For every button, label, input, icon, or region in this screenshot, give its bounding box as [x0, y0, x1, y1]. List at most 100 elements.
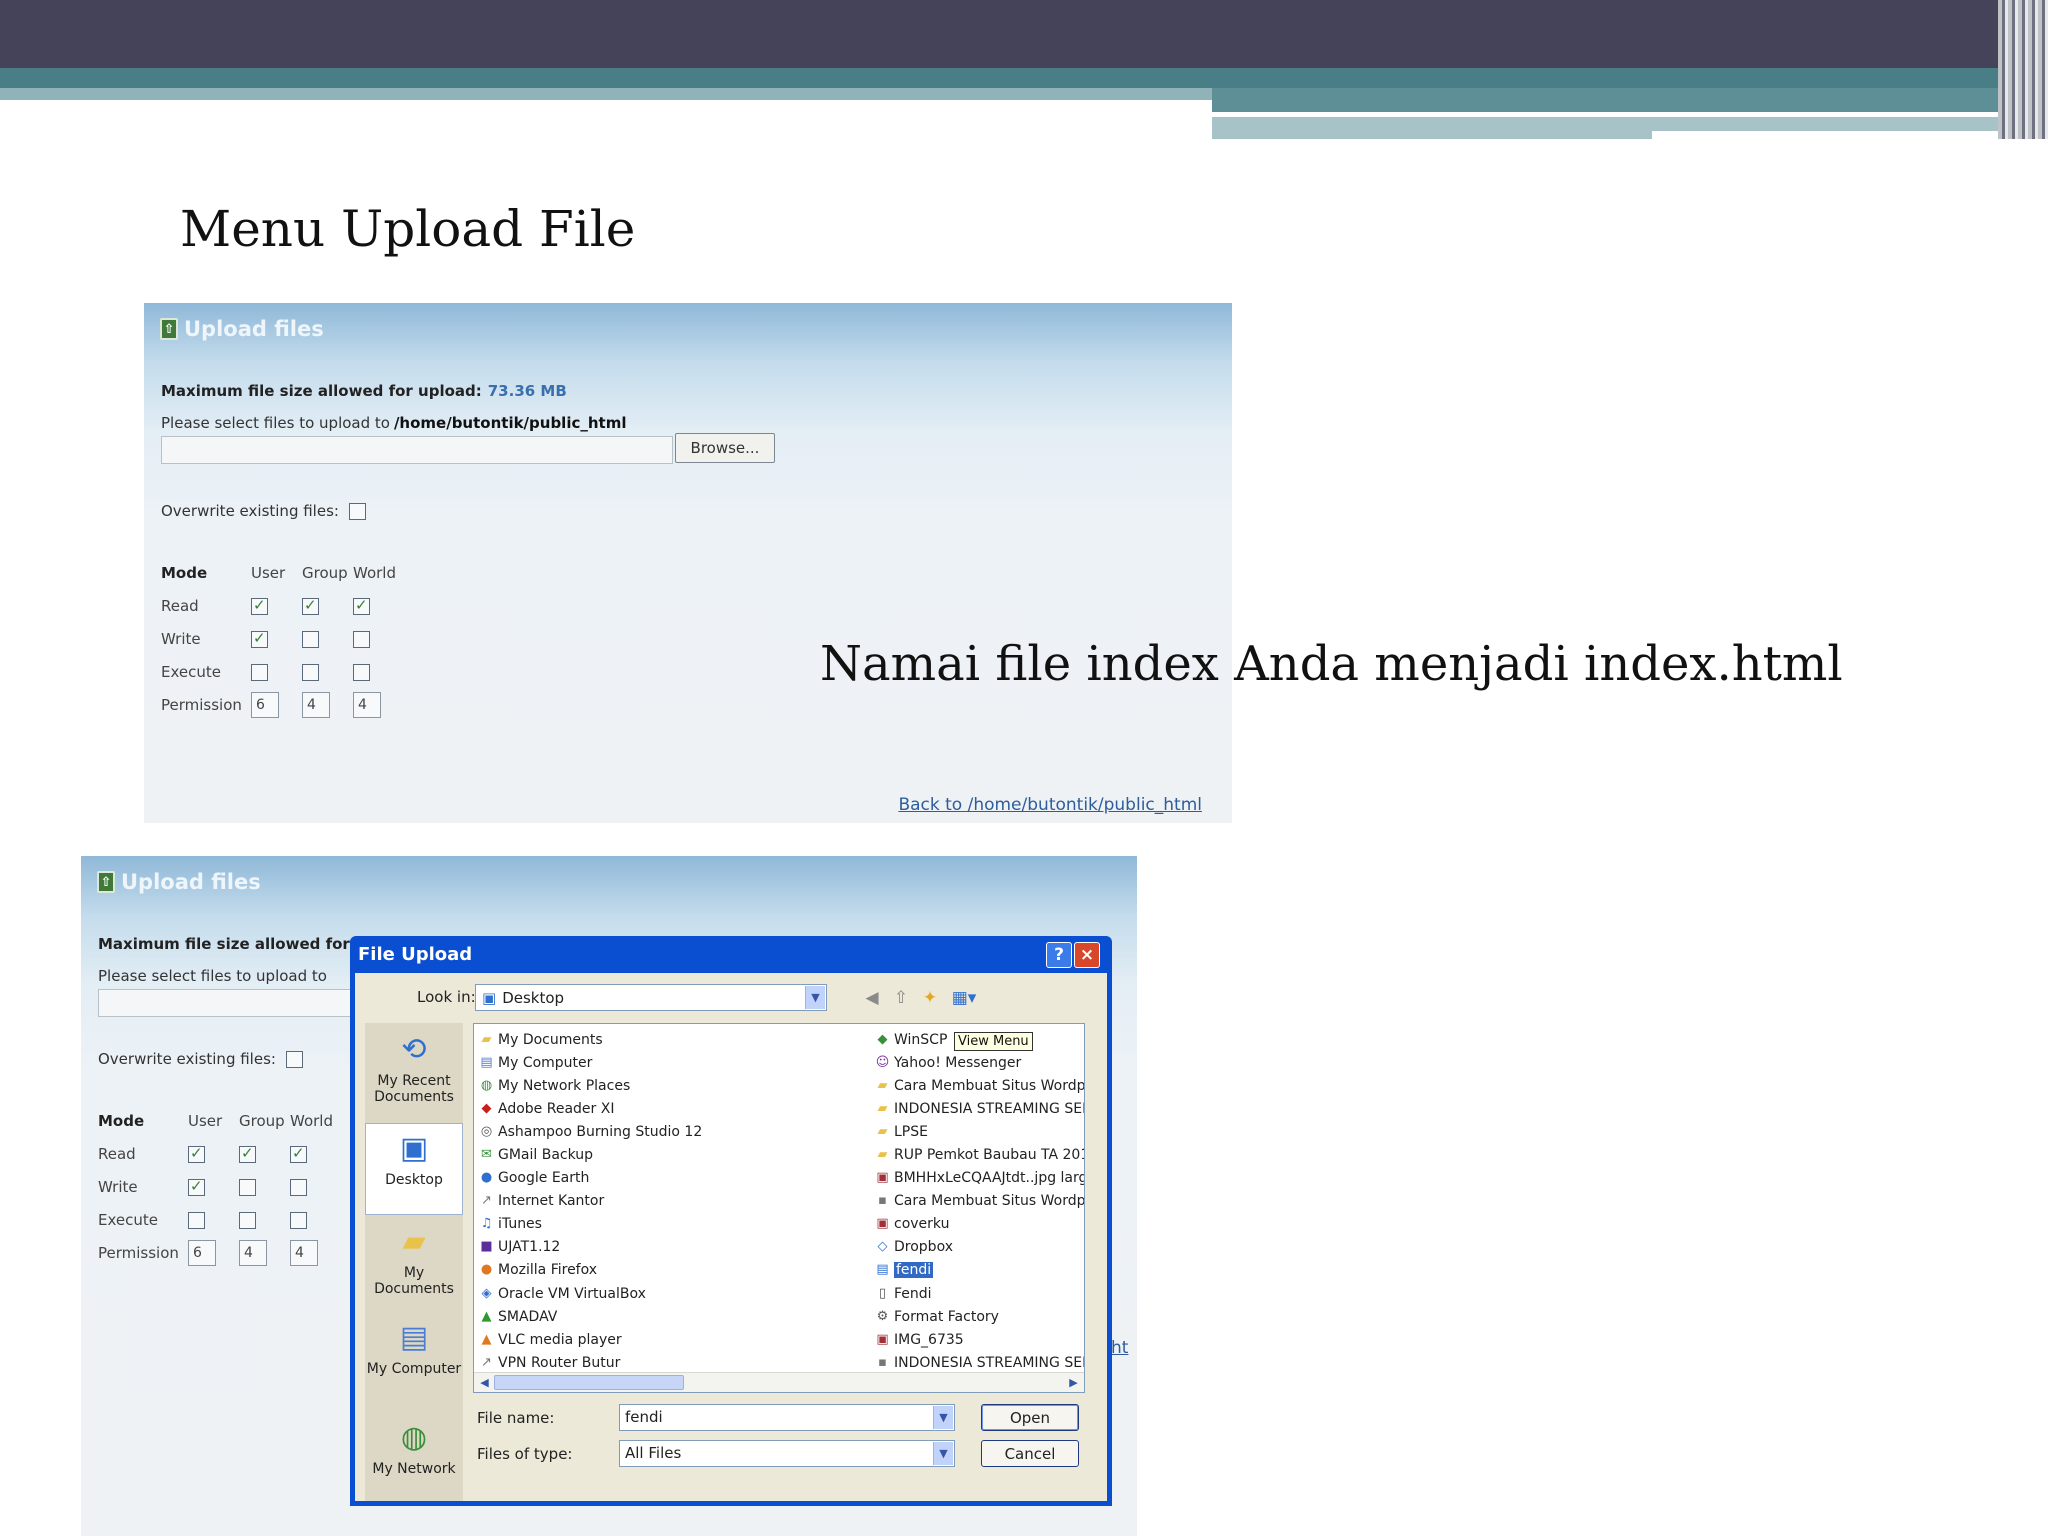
browse-button[interactable]: Browse... [675, 433, 775, 463]
antivirus-icon: ▲ [481, 1308, 492, 1324]
list-item[interactable]: ◎ Ashampoo Burning Studio 12 [478, 1120, 702, 1143]
permission-world-input[interactable]: 4 [290, 1239, 318, 1266]
write-group-checkbox[interactable] [302, 630, 319, 648]
place-my-computer[interactable]: ▤ My Computer [365, 1319, 463, 1377]
list-item[interactable]: ◆ Adobe Reader XI [478, 1097, 702, 1120]
format-factory-icon: ⚙ [876, 1308, 889, 1324]
list-item-selected[interactable]: ▤ fendi [874, 1259, 1084, 1282]
cancel-button[interactable]: Cancel [981, 1440, 1079, 1467]
read-user-checkbox[interactable] [188, 1144, 205, 1163]
read-group-checkbox[interactable] [302, 596, 319, 615]
list-item[interactable]: ■ UJAT1.12 [478, 1236, 702, 1259]
overwrite-checkbox[interactable] [348, 502, 366, 520]
list-item[interactable]: ♫ iTunes [478, 1213, 702, 1236]
list-item[interactable]: ▣ BMHHxLeCQAAJtdt..jpg large [874, 1167, 1084, 1190]
folder-icon: ▰ [877, 1077, 888, 1093]
read-world-checkbox[interactable] [290, 1144, 307, 1163]
list-item[interactable]: ◈ Oracle VM VirtualBox [478, 1282, 702, 1305]
html-file-icon: ▤ [876, 1262, 889, 1278]
panel-header: ⇧ Upload files [97, 870, 261, 894]
execute-group-checkbox[interactable] [302, 663, 319, 681]
list-item[interactable]: ▰ Cara Membuat Situs Wordpre [874, 1074, 1085, 1097]
folder-icon: ▰ [877, 1147, 888, 1163]
horizontal-scrollbar[interactable]: ◀ ▶ [474, 1372, 1084, 1392]
back-link[interactable]: Back to /home/butontik/public_html [898, 795, 1202, 815]
place-recent[interactable]: ⟲ My Recent Documents [365, 1031, 463, 1105]
list-item[interactable]: ▰ My Documents [478, 1028, 702, 1051]
read-world-checkbox[interactable] [353, 596, 370, 615]
file-path-input[interactable] [98, 989, 358, 1017]
help-button[interactable]: ? [1046, 942, 1072, 968]
execute-user-checkbox[interactable] [188, 1211, 205, 1229]
list-item[interactable]: ✉ GMail Backup [478, 1143, 702, 1166]
list-item[interactable]: ● Google Earth [478, 1167, 702, 1190]
shortcut-icon: ↗ [481, 1354, 492, 1370]
file-path-input[interactable] [161, 436, 673, 464]
list-item[interactable]: ▲ SMADAV [478, 1305, 702, 1328]
look-in-value: Desktop [502, 988, 565, 1007]
slide-edge-stripes [1998, 0, 2048, 139]
list-item[interactable]: ◇ Dropbox [874, 1236, 1084, 1259]
write-world-checkbox[interactable] [290, 1178, 307, 1196]
chevron-down-icon[interactable]: ▼ [933, 1406, 953, 1429]
shortcut-icon: ↗ [481, 1193, 492, 1209]
chevron-right-icon[interactable]: ▶ [1065, 1375, 1082, 1390]
permission-group-input[interactable]: 4 [239, 1239, 267, 1266]
overwrite-label: Overwrite existing files: [161, 502, 339, 520]
list-item[interactable]: ▰ INDONESIA STREAMING SER [874, 1097, 1085, 1120]
read-user-checkbox[interactable] [251, 596, 268, 615]
place-desktop[interactable]: ▣ Desktop [365, 1123, 463, 1215]
slide-light-band [0, 88, 1212, 100]
permission-user-input[interactable]: 6 [251, 691, 279, 718]
look-in-dropdown[interactable]: ▣ Desktop ▼ [475, 984, 827, 1011]
list-item[interactable]: ◍ My Network Places [478, 1074, 702, 1097]
read-group-checkbox[interactable] [239, 1144, 256, 1163]
network-icon: ◍ [480, 1077, 493, 1093]
back-icon[interactable]: ◀ [860, 986, 884, 1010]
execute-world-checkbox[interactable] [353, 663, 370, 681]
new-folder-icon[interactable]: ✦ [918, 986, 942, 1010]
list-item[interactable]: ▪ INDONESIA STREAMING SER [874, 1351, 1084, 1374]
list-item[interactable]: ⚙ Format Factory [874, 1305, 1084, 1328]
chevron-down-icon[interactable]: ▼ [805, 986, 825, 1009]
list-item[interactable]: ▤ My Computer [478, 1051, 702, 1074]
list-item[interactable]: ▣ coverku [874, 1213, 1084, 1236]
list-item[interactable]: ☺ Yahoo! Messenger [874, 1051, 1084, 1074]
list-item[interactable]: ↗ VPN Router Butur [478, 1351, 702, 1374]
file-name-input[interactable]: fendi ▼ [619, 1404, 955, 1431]
write-group-checkbox[interactable] [239, 1178, 256, 1196]
max-size-text: Maximum file size allowed for upload: 73.… [161, 382, 567, 400]
place-my-documents[interactable]: ▰ My Documents [365, 1223, 463, 1297]
scrollbar-thumb[interactable] [494, 1375, 684, 1390]
list-item[interactable]: ▲ VLC media player [478, 1328, 702, 1351]
permission-world-input[interactable]: 4 [353, 691, 381, 718]
execute-user-checkbox[interactable] [251, 663, 268, 681]
execute-group-checkbox[interactable] [239, 1211, 256, 1229]
network-icon: ◍ [400, 1420, 428, 1455]
permission-user-input[interactable]: 6 [188, 1239, 216, 1266]
list-item[interactable]: ▪ Cara Membuat Situs Wordpre [874, 1190, 1084, 1213]
file-column-2: ◆ WinSCP ☺ Yahoo! Messenger ▰ Cara Membuat … [874, 1028, 1084, 1374]
view-menu-icon[interactable]: ▦▾ [947, 986, 981, 1010]
close-button[interactable]: × [1074, 942, 1100, 968]
write-user-checkbox[interactable] [251, 629, 268, 648]
place-my-network[interactable]: ◍ My Network [365, 1419, 463, 1477]
list-item[interactable]: ↗ Internet Kantor [478, 1190, 702, 1213]
list-item[interactable]: ▣ IMG_6735 [874, 1328, 1084, 1351]
up-folder-icon[interactable]: ⇧ [889, 986, 913, 1010]
list-item[interactable]: ▯ Fendi [874, 1282, 1084, 1305]
permission-group-input[interactable]: 4 [302, 691, 330, 718]
back-link-fragment[interactable]: ht [1111, 1338, 1128, 1358]
chevron-left-icon[interactable]: ◀ [476, 1375, 493, 1390]
chevron-down-icon[interactable]: ▼ [933, 1442, 953, 1465]
write-user-checkbox[interactable] [188, 1177, 205, 1196]
image-icon: ▣ [876, 1170, 889, 1186]
write-world-checkbox[interactable] [353, 630, 370, 648]
file-type-select[interactable]: All Files ▼ [619, 1440, 955, 1467]
list-item[interactable]: ▰ LPSE [874, 1120, 1084, 1143]
overwrite-checkbox[interactable] [285, 1050, 303, 1068]
list-item[interactable]: ▰ RUP Pemkot Baubau TA 2013 [874, 1143, 1085, 1166]
open-button[interactable]: Open [981, 1404, 1079, 1431]
list-item[interactable]: ● Mozilla Firefox [478, 1259, 702, 1282]
execute-world-checkbox[interactable] [290, 1211, 307, 1229]
